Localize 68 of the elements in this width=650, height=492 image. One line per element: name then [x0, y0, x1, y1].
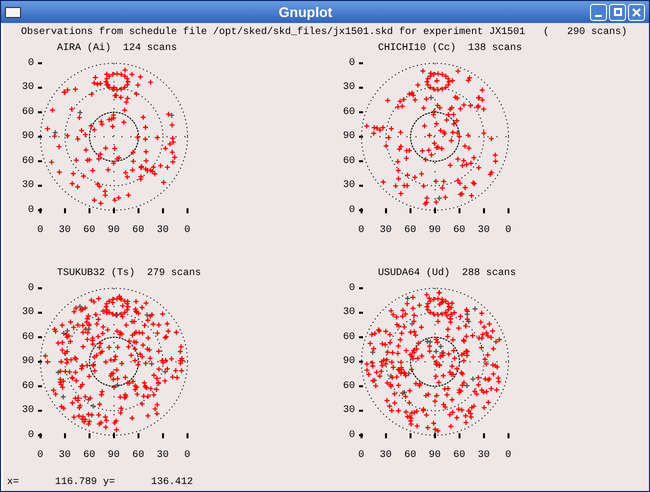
- axis-label: 60: [83, 224, 96, 238]
- axis-label: 30: [22, 179, 34, 194]
- axis-label: 60: [404, 448, 416, 462]
- axis-label: 30: [22, 404, 34, 418]
- axis-label: 0: [28, 56, 34, 71]
- axis-label: 0: [184, 448, 190, 462]
- axis-label: 0: [348, 204, 355, 218]
- app-icon: [5, 6, 21, 18]
- axis-label: 30: [156, 224, 169, 238]
- axis-label: 90: [342, 355, 355, 370]
- plot-header: Observations from schedule file /opt/sked/skd_files/jx1501.skd for experiment JX1501 ( 290 scans): [21, 27, 628, 38]
- axis-label: 30: [342, 404, 355, 418]
- maximize-button[interactable]: [609, 4, 626, 20]
- axis-label: 60: [22, 330, 34, 345]
- axis-label: 60: [404, 224, 416, 238]
- cursor-coordinates: x= 116.789 y= 136.412: [7, 477, 194, 488]
- axis-label: 90: [428, 448, 441, 462]
- axis-label: 0: [28, 428, 34, 443]
- axis-label: 90: [428, 224, 441, 238]
- axis-label: 0: [28, 204, 34, 218]
- axis-label: 30: [22, 306, 34, 320]
- axis-label: 60: [342, 106, 355, 120]
- close-icon: [632, 8, 641, 16]
- plot-title: USUDA64 (Ud) 288 scans: [378, 268, 516, 279]
- axis-label: 30: [58, 448, 71, 462]
- axis-label: 60: [22, 380, 34, 394]
- axis-label: 60: [453, 448, 466, 462]
- axis-label: 60: [132, 448, 144, 462]
- axis-label: 90: [22, 355, 34, 370]
- axis-label: 60: [22, 154, 34, 169]
- axis-label: 0: [348, 282, 355, 296]
- axis-label: 90: [108, 224, 120, 238]
- axis-label: 0: [28, 282, 34, 296]
- axis-label: 30: [478, 448, 490, 462]
- axis-label: 90: [22, 130, 34, 144]
- axis-label: 60: [83, 448, 96, 462]
- axis-label: 0: [348, 428, 355, 443]
- close-button[interactable]: [628, 4, 645, 20]
- axis-label: 60: [132, 224, 144, 238]
- axis-label: 90: [342, 130, 355, 144]
- plot-title: CHICHI10 (Cc) 138 scans: [378, 43, 522, 54]
- axis-label: 0: [505, 224, 512, 238]
- axis-label: 60: [342, 154, 355, 169]
- plot-title: TSUKUB32 (Ts) 279 scans: [57, 268, 202, 279]
- axis-label: 30: [156, 448, 169, 462]
- window-title: Gnuplot: [278, 2, 332, 22]
- axis-label: 0: [358, 224, 364, 238]
- axis-label: 60: [22, 106, 34, 120]
- axis-label: 0: [37, 224, 44, 238]
- axis-label: 0: [358, 448, 364, 462]
- axis-label: 60: [453, 224, 466, 238]
- axis-label: 30: [342, 179, 355, 194]
- axis-label: 60: [342, 380, 355, 394]
- axis-label: 0: [184, 224, 190, 238]
- axis-label: 30: [58, 224, 71, 238]
- axis-label: 0: [348, 56, 355, 71]
- axis-label: 60: [342, 330, 355, 345]
- plot-title: AIRA (Ai) 124 scans: [57, 43, 178, 54]
- axis-label: 90: [108, 448, 120, 462]
- axis-label: 0: [37, 448, 44, 462]
- axis-label: 0: [505, 448, 512, 462]
- axis-label: 30: [380, 448, 392, 462]
- axis-label: 30: [22, 81, 34, 96]
- minimize-button[interactable]: [590, 4, 607, 20]
- axis-label: 30: [342, 306, 355, 320]
- axis-label: 30: [478, 224, 490, 238]
- axis-label: 30: [342, 81, 355, 96]
- axis-label: 30: [380, 224, 392, 238]
